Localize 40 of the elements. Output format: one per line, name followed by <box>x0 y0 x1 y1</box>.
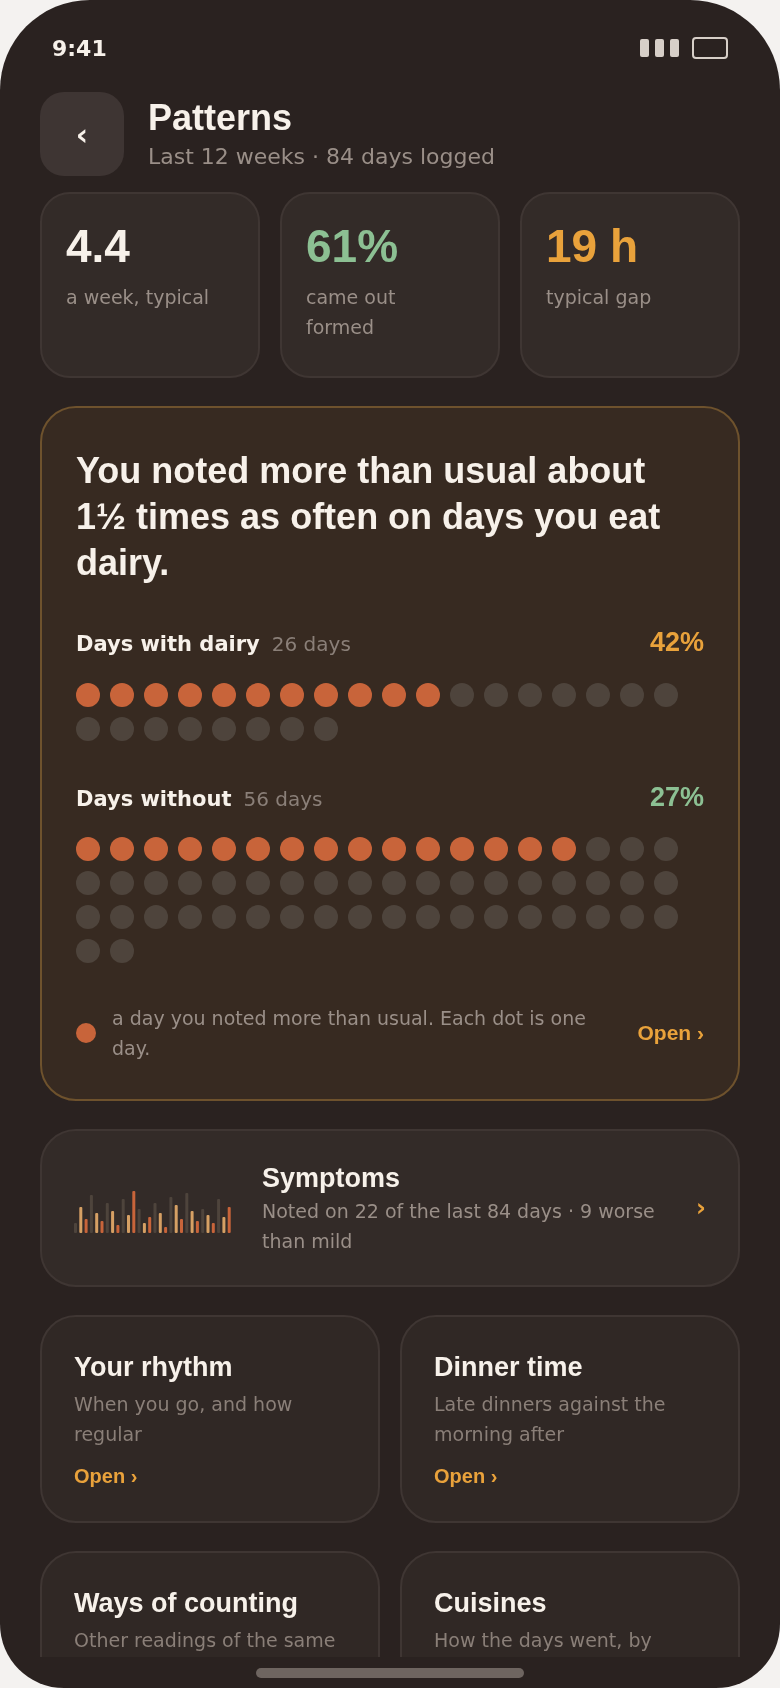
group-percent: 42% <box>649 626 704 659</box>
card-text: When you go, and how regular <box>74 1392 294 1447</box>
group-percent: 27% <box>649 780 704 814</box>
signal-icon <box>640 38 680 58</box>
legend-text: a day you noted more than usual. Each dot is one day. <box>112 1006 587 1061</box>
chevron-icon: › <box>696 1190 706 1226</box>
card-title: Dinner time <box>434 1351 584 1384</box>
back-button[interactable]: ‹ <box>40 92 124 176</box>
stat-label: typical gap <box>546 285 653 310</box>
card-text: Other readings of the same <box>74 1628 337 1653</box>
feature-card[interactable]: Your rhythm When you go, and how regular Open › <box>40 1315 380 1523</box>
stat-label: came out formed <box>306 285 397 340</box>
stat-label: a week, typical <box>66 285 211 310</box>
card-text: Late dinners against the morning after <box>434 1392 667 1447</box>
open-link[interactable]: Open › <box>434 1461 706 1491</box>
card-title: Your rhythm <box>74 1351 234 1384</box>
card-text: How the days went, by <box>434 1628 653 1653</box>
stat-value: 19 h <box>546 222 640 270</box>
home-indicator[interactable] <box>256 1667 524 1678</box>
group-count: 26 days <box>271 631 351 658</box>
feature-card[interactable]: Ways of counting Other readings of the same <box>40 1551 380 1657</box>
card-title: Cuisines <box>434 1587 548 1620</box>
open-link[interactable]: Open › <box>74 1461 346 1491</box>
battery-icon <box>692 37 728 59</box>
page-subtitle: Last 12 weeks · 84 days logged <box>148 143 495 171</box>
card-title: Ways of counting <box>74 1587 299 1620</box>
feature-card[interactable]: Dinner time Late dinners against the morning after Open › <box>400 1315 740 1523</box>
symptoms-title: Symptoms <box>262 1162 402 1195</box>
open-link[interactable]: Open › <box>637 1017 704 1049</box>
symptoms-card[interactable]: Symptoms Noted on 22 of the last 84 days · 9 worse than mild › <box>40 1129 740 1287</box>
stat-value: 4.4 <box>66 222 131 270</box>
feature-card[interactable]: Cuisines How the days went, by <box>400 1551 740 1657</box>
stat-value: 61% <box>306 222 400 270</box>
group-label: Days without <box>76 785 232 813</box>
group-count: 56 days <box>243 785 323 813</box>
page-title: Patterns <box>148 96 294 140</box>
insight-headline: You noted more than usual about 1½ times as often on days you eat dairy. <box>76 449 662 585</box>
symptoms-text: Noted on 22 of the last 84 days · 9 worse than mild <box>262 1199 656 1254</box>
status-time: 9:41 <box>52 34 107 63</box>
group-label: Days with dairy <box>76 631 260 658</box>
